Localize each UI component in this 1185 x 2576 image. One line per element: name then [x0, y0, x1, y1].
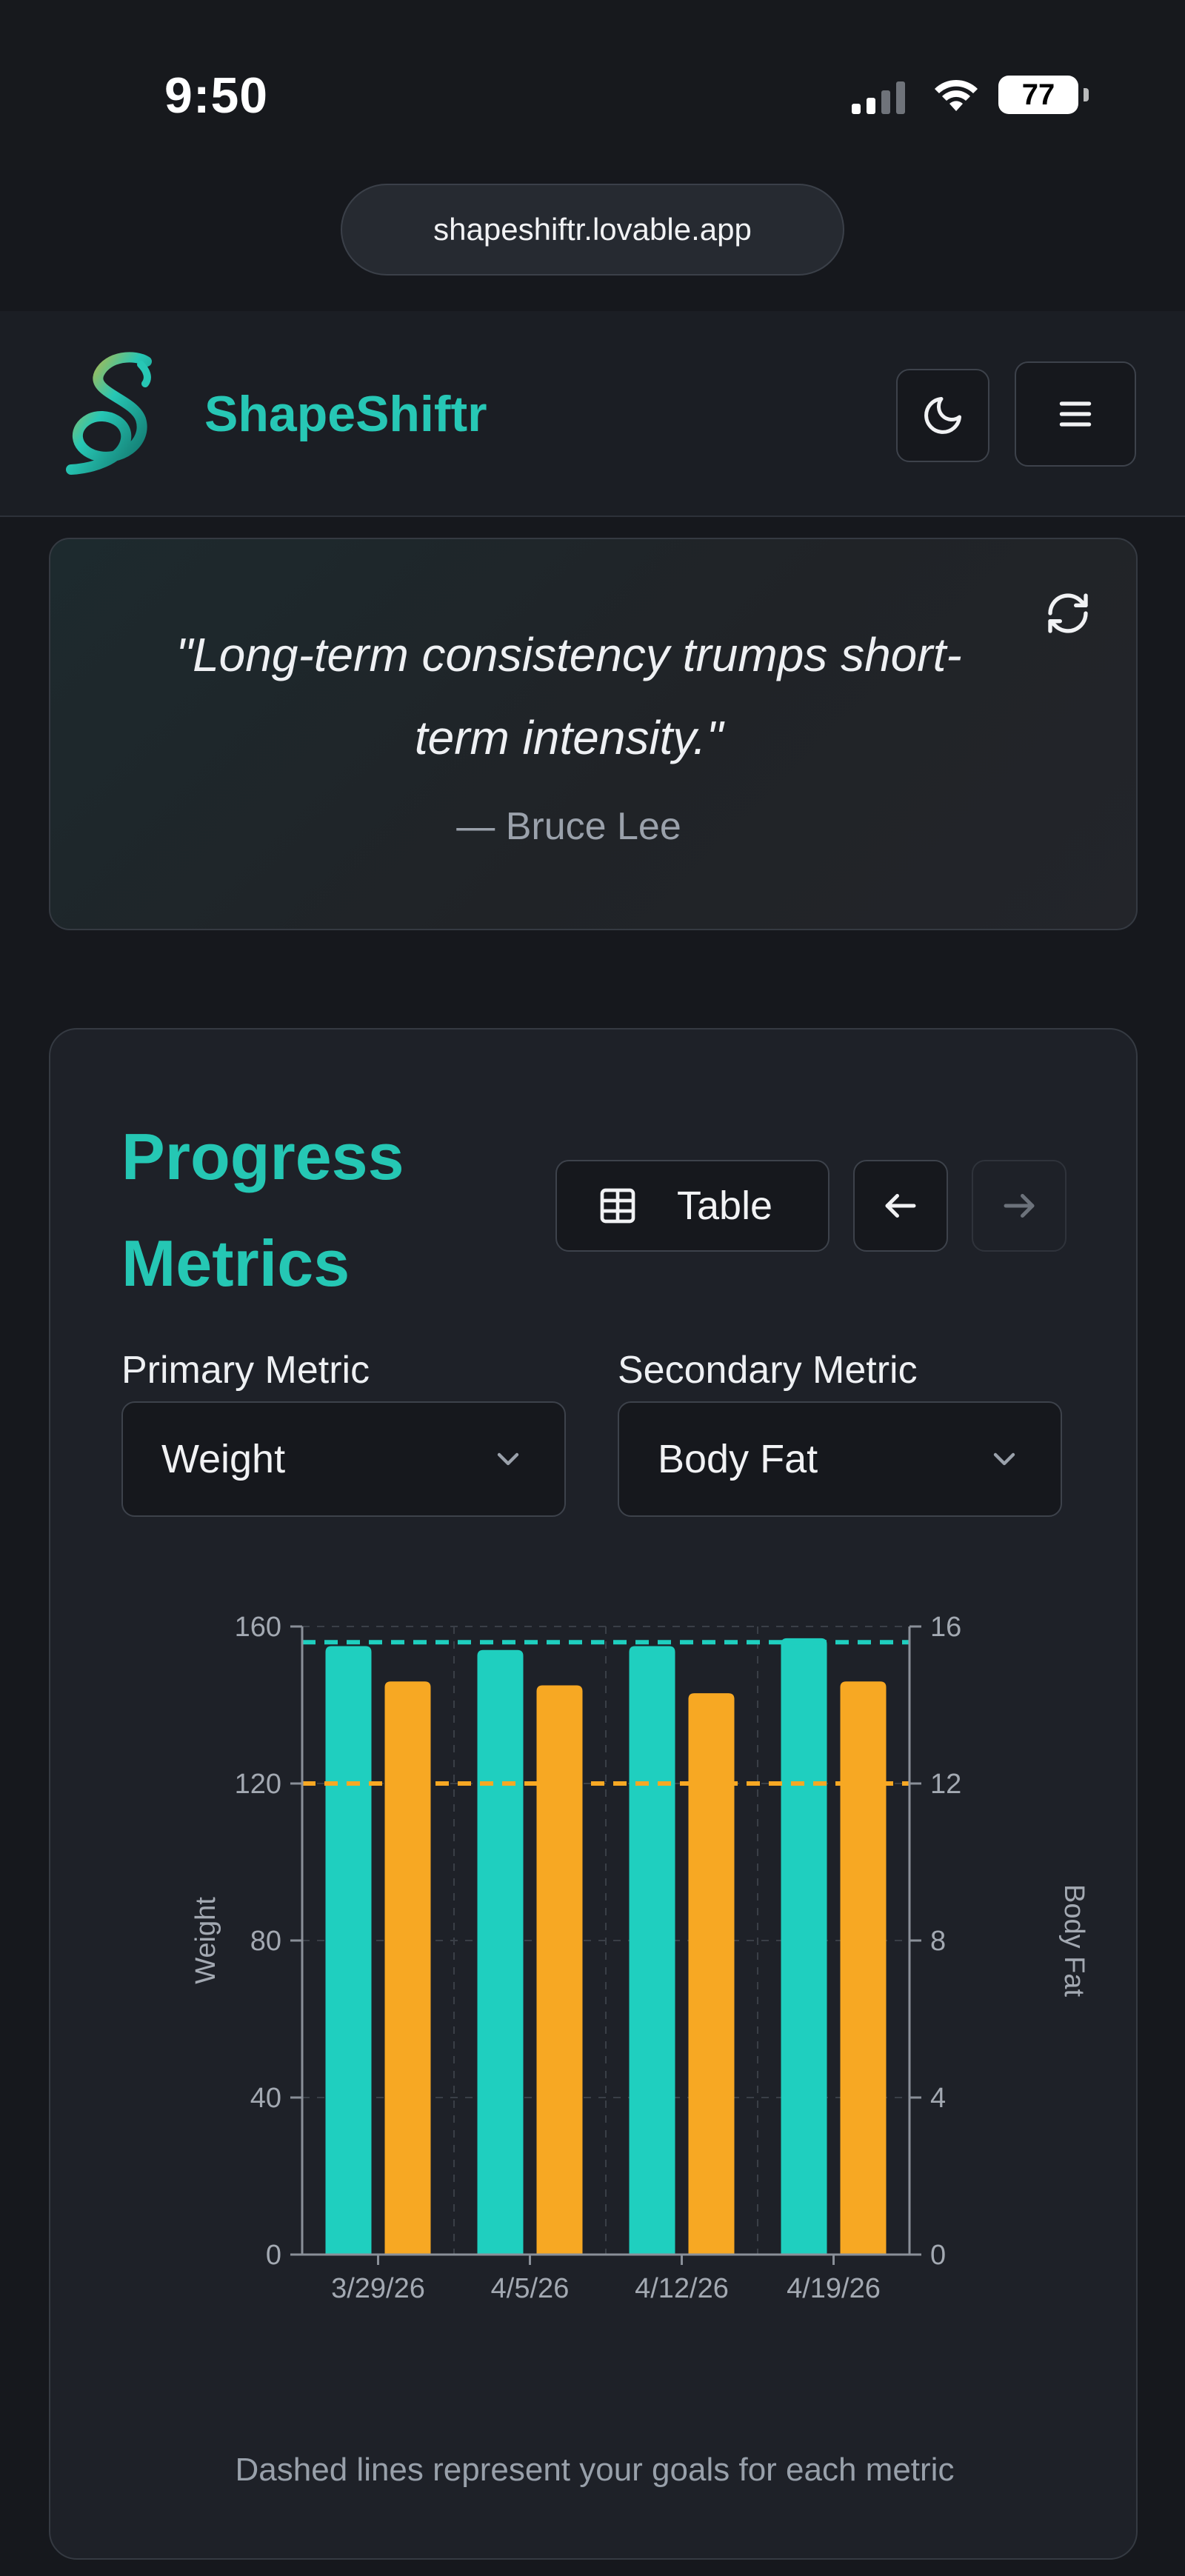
menu-icon	[1059, 401, 1092, 427]
logo-icon[interactable]	[64, 351, 167, 477]
y-axis-title: Weight	[190, 1897, 221, 1984]
table-icon	[595, 1184, 640, 1228]
secondary-metric-value: Body Fat	[658, 1437, 818, 1481]
y-tick-label: 80	[250, 1926, 281, 1957]
y2-tick-label: 12	[930, 1769, 961, 1800]
signal-icon	[852, 81, 905, 114]
refresh-icon[interactable]	[1044, 590, 1092, 637]
x-tick-label: 3/29/26	[331, 2273, 425, 2304]
quote-card: "Long-term consistency trumps short-term…	[49, 538, 1138, 930]
secondary-metric-label: Secondary Metric	[618, 1349, 918, 1392]
moon-icon	[924, 397, 961, 434]
quote-author: — Bruce Lee	[456, 805, 681, 848]
y2-tick-label: 4	[930, 2083, 946, 2114]
bar-weight	[477, 1649, 524, 2255]
primary-metric-select[interactable]: Weight	[121, 1401, 566, 1517]
bar-weight	[325, 1646, 372, 2255]
bar-body-fat	[536, 1685, 583, 2255]
previous-button[interactable]	[853, 1160, 948, 1252]
bar-weight	[629, 1646, 675, 2255]
wifi-icon	[935, 79, 978, 111]
y2-tick-label: 16	[930, 1612, 961, 1643]
y-tick-label: 160	[235, 1612, 281, 1643]
primary-metric-label: Primary Metric	[121, 1349, 370, 1392]
y-tick-label: 0	[266, 2240, 281, 2271]
brand-name[interactable]: ShapeShiftr	[204, 385, 487, 443]
arrow-right-icon	[1004, 1194, 1035, 1218]
progress-chart: 3/29/26 4/5/26 4/12/26 4/19/26 0 40 80 120 160 0 4…	[190, 1612, 1087, 2304]
theme-toggle-button[interactable]	[896, 369, 989, 462]
y-tick-label: 40	[250, 2083, 281, 2114]
battery-indicator: 77	[998, 76, 1089, 114]
secondary-metric-select[interactable]: Body Fat	[618, 1401, 1062, 1517]
x-tick-label: 4/12/26	[635, 2273, 729, 2304]
quote-text: "Long-term consistency trumps short-term…	[176, 628, 962, 764]
x-tick-label: 4/5/26	[491, 2273, 570, 2304]
next-button[interactable]	[972, 1160, 1066, 1252]
metrics-title: Progress Metrics	[121, 1120, 404, 1300]
bar-body-fat	[688, 1693, 735, 2255]
y2-tick-label: 8	[930, 1926, 946, 1957]
bar-body-fat	[384, 1681, 431, 2255]
y2-tick-label: 0	[930, 2240, 946, 2271]
url-bar[interactable]: shapeshiftr.lovable.app	[341, 184, 844, 276]
y-tick-label: 120	[235, 1769, 281, 1800]
menu-button[interactable]	[1015, 361, 1136, 467]
status-time: 9:50	[164, 67, 269, 124]
progress-metrics-card: Progress Metrics Table Primary Metric We…	[49, 1028, 1138, 2560]
status-bar: 9:50 77 shapeshiftr.lovable.app	[0, 0, 1185, 276]
table-button-label: Table	[677, 1184, 773, 1228]
primary-metric-value: Weight	[161, 1437, 286, 1481]
table-view-button[interactable]: Table	[555, 1160, 830, 1252]
chevron-down-icon	[993, 1452, 1015, 1466]
app-header	[0, 311, 1185, 517]
y2-axis-title: Body Fat	[1058, 1884, 1087, 1998]
bar-body-fat	[840, 1681, 887, 2255]
arrow-left-icon	[885, 1194, 916, 1218]
x-tick-label: 4/19/26	[787, 2273, 881, 2304]
bar-weight	[781, 1638, 827, 2255]
goals-note: Dashed lines represent your goals for ea…	[235, 2452, 955, 2488]
chevron-down-icon	[497, 1452, 519, 1466]
